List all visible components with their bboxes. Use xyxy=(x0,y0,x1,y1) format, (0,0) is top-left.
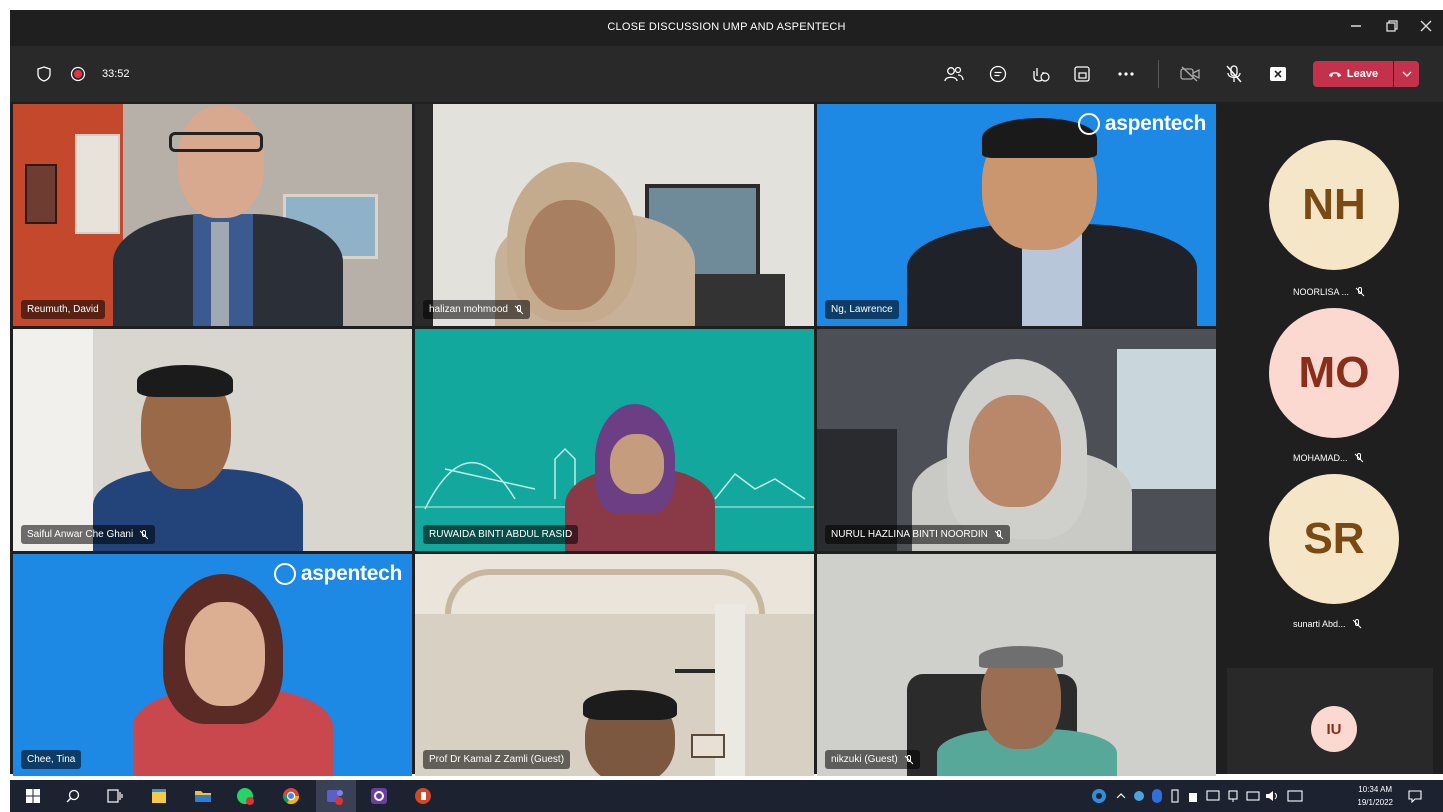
teams-icon[interactable] xyxy=(326,787,344,805)
mic-off-icon xyxy=(1355,287,1365,297)
powerpoint-icon[interactable] xyxy=(414,787,432,805)
camera-off-icon[interactable] xyxy=(1178,62,1202,86)
aspentech-logo: aspentech xyxy=(1077,112,1206,136)
video-tile[interactable]: Reumuth, David xyxy=(13,104,412,326)
windows-start-icon[interactable] xyxy=(24,787,42,805)
chat-icon[interactable] xyxy=(986,62,1010,86)
video-tile[interactable]: nikzuki (Guest) xyxy=(817,554,1216,776)
leave-dropdown-button[interactable] xyxy=(1394,61,1419,87)
video-tile[interactable]: Prof Dr Kamal Z Zamli (Guest) xyxy=(415,554,814,776)
chevron-up-icon[interactable] xyxy=(1112,787,1130,805)
meeting-timer: 33:52 xyxy=(102,68,130,80)
mic-off-icon xyxy=(994,529,1004,539)
participant-name-tag: Prof Dr Kamal Z Zamli (Guest) xyxy=(423,750,571,769)
whatsapp-icon[interactable] xyxy=(236,787,254,805)
people-icon[interactable] xyxy=(942,62,966,86)
video-tile[interactable]: Saiful Anwar Che Ghani xyxy=(13,329,412,551)
chevron-down-icon xyxy=(1402,71,1411,77)
video-tile[interactable]: RUWAIDA BINTI ABDUL RASID xyxy=(415,329,814,551)
side-participant-label: NOORLISA ... xyxy=(1293,287,1365,297)
leave-button[interactable]: Leave xyxy=(1313,61,1393,87)
participant-name-tag: Ng, Lawrence xyxy=(825,300,899,319)
share-screen-icon[interactable] xyxy=(1266,62,1290,86)
avatar[interactable]: SR xyxy=(1269,474,1399,604)
mic-off-icon xyxy=(1354,453,1363,463)
participant-name-tag: NURUL HAZLINA BINTI NOORDIN xyxy=(825,525,1010,544)
avatar[interactable]: NH xyxy=(1269,140,1399,270)
participant-name-tag: nikzuki (Guest) xyxy=(825,750,920,769)
network-icon[interactable] xyxy=(1224,787,1242,805)
avatar[interactable]: IU xyxy=(1311,706,1357,752)
windows-taskbar: 10:34 AM 19/1/2022 xyxy=(10,780,1443,812)
display-icon[interactable] xyxy=(1204,787,1222,805)
app-g-icon[interactable] xyxy=(370,787,388,805)
teams-window: CLOSE DISCUSSION UMP AND ASPENTECH 33:52 xyxy=(10,10,1443,776)
more-icon[interactable] xyxy=(1114,62,1138,86)
participant-name-tag: Saiful Anwar Che Ghani xyxy=(21,525,156,544)
phone-icon xyxy=(1328,72,1341,77)
avatar[interactable]: MO xyxy=(1269,308,1399,438)
clock-date: 19/1/2022 xyxy=(1357,798,1393,807)
participant-side-panel: NH NOORLISA ... MO MOHAMAD... SR sunarti… xyxy=(1227,102,1433,774)
reactions-icon[interactable] xyxy=(1028,62,1052,86)
leave-label: Leave xyxy=(1346,68,1379,80)
shield-icon[interactable] xyxy=(34,64,54,84)
volume-icon[interactable] xyxy=(1264,787,1282,805)
side-participant-label: sunarti Abd... xyxy=(1293,619,1362,629)
chrome-icon[interactable] xyxy=(282,787,300,805)
keyboard-icon[interactable] xyxy=(1286,787,1304,805)
share-tray-icon[interactable] xyxy=(1070,62,1094,86)
mic-off-icon xyxy=(1352,619,1361,629)
recording-icon xyxy=(68,64,88,84)
mic-off-icon xyxy=(139,529,149,539)
title-bar: CLOSE DISCUSSION UMP AND ASPENTECH xyxy=(10,10,1443,46)
participant-name-tag: RUWAIDA BINTI ABDUL RASID xyxy=(423,525,579,544)
video-tile[interactable]: NURUL HAZLINA BINTI NOORDIN xyxy=(817,329,1216,551)
mic-off-icon xyxy=(904,754,914,764)
help-icon[interactable] xyxy=(1090,787,1108,805)
video-tile[interactable]: aspentech Chee, Tina xyxy=(13,554,412,776)
wifi-icon[interactable] xyxy=(1244,787,1262,805)
aspentech-logo-icon xyxy=(1077,113,1100,135)
maximize-icon[interactable] xyxy=(1376,16,1408,40)
notification-icon[interactable] xyxy=(1406,787,1424,805)
mic-off-icon xyxy=(514,304,524,314)
video-tile[interactable]: halizan mohmood xyxy=(415,104,814,326)
aspentech-logo-icon xyxy=(273,563,296,585)
drive-icon[interactable] xyxy=(1184,787,1202,805)
sticky-notes-icon[interactable] xyxy=(150,787,168,805)
minimize-icon[interactable] xyxy=(1340,16,1372,40)
side-participant-label: MOHAMAD... xyxy=(1293,453,1364,463)
tray-app-icon[interactable] xyxy=(1130,787,1148,805)
bluetooth-icon[interactable] xyxy=(1148,787,1166,805)
clock-time: 10:34 AM xyxy=(1358,785,1393,794)
aspentech-logo: aspentech xyxy=(273,562,402,586)
file-explorer-icon[interactable] xyxy=(194,787,212,805)
participant-name-tag: halizan mohmood xyxy=(423,300,530,319)
system-clock[interactable]: 10:34 AM 19/1/2022 xyxy=(1357,783,1393,809)
video-tile[interactable]: aspentech Ng, Lawrence xyxy=(817,104,1216,326)
search-icon[interactable] xyxy=(64,787,82,805)
meeting-toolbar: 33:52 Leave xyxy=(10,46,1443,102)
meeting-title: CLOSE DISCUSSION UMP AND ASPENTECH xyxy=(607,21,846,33)
close-icon[interactable] xyxy=(1410,16,1442,40)
participant-name-tag: Reumuth, David xyxy=(21,300,105,319)
toolbar-divider xyxy=(1158,60,1159,88)
usb-icon[interactable] xyxy=(1166,787,1184,805)
task-view-icon[interactable] xyxy=(106,787,124,805)
participant-name-tag: Chee, Tina xyxy=(21,750,82,769)
mic-off-icon[interactable] xyxy=(1222,62,1246,86)
